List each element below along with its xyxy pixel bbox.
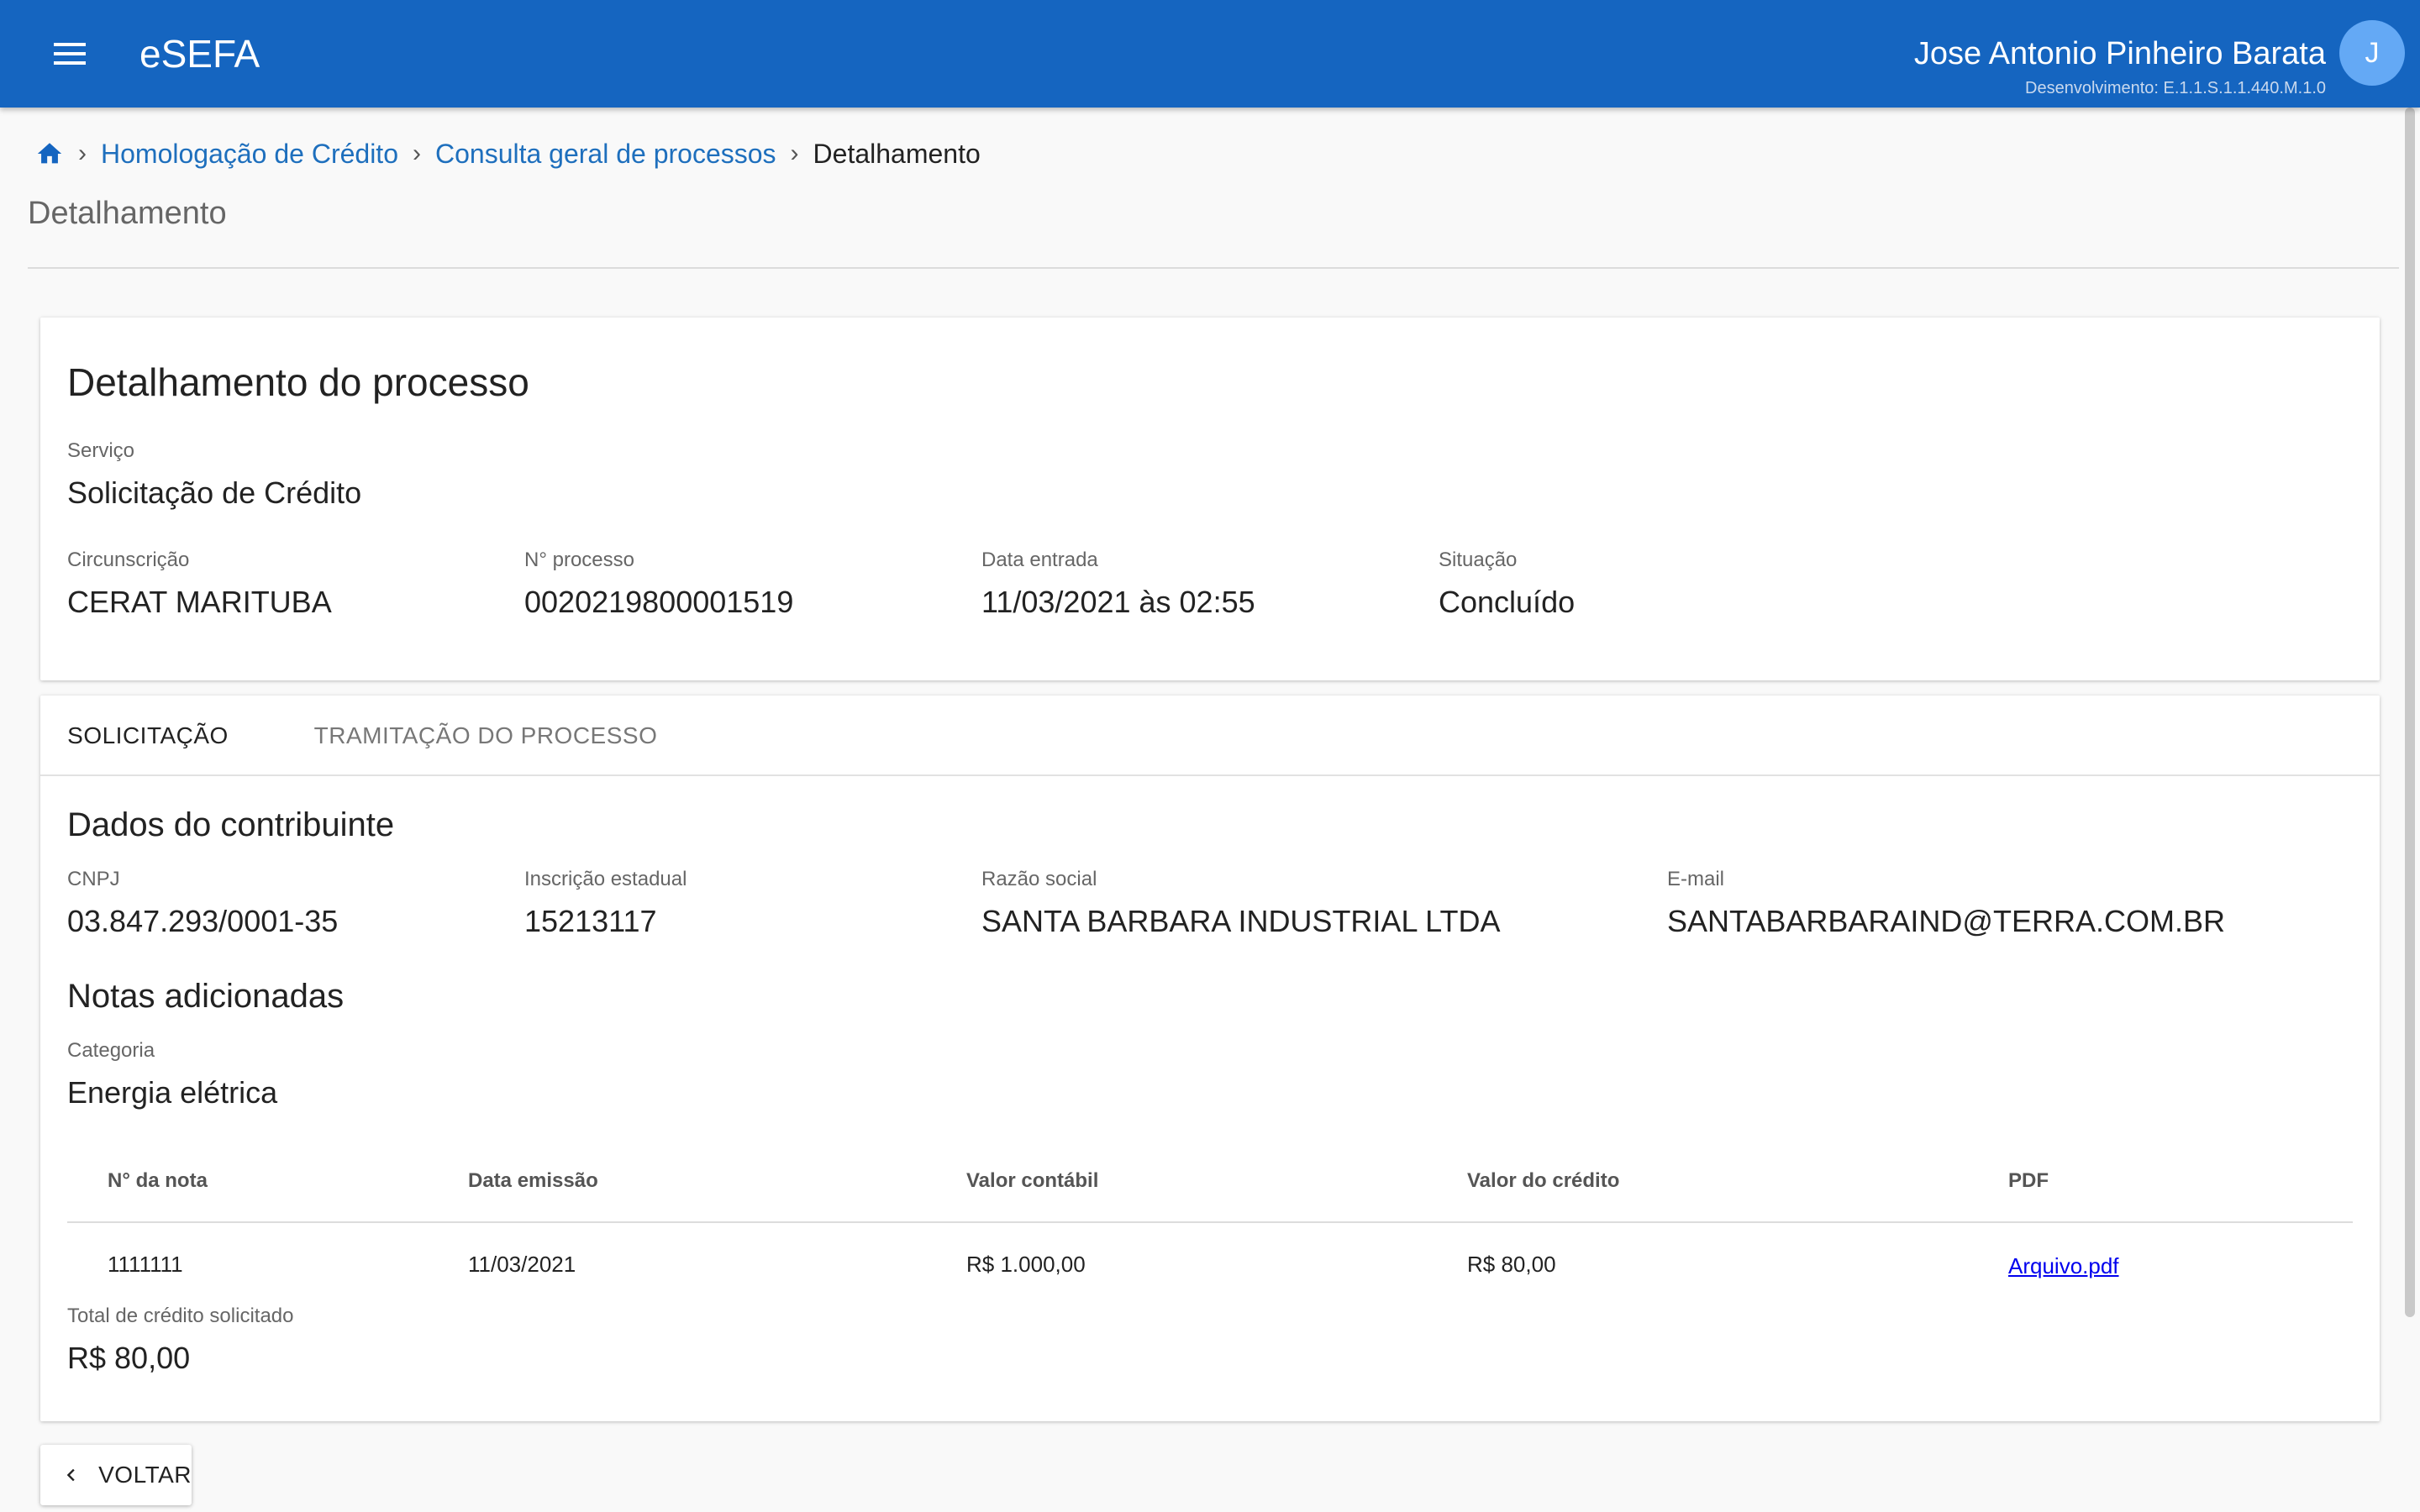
breadcrumb-item-homologacao[interactable]: Homologação de Crédito [101,139,398,170]
chevron-right-icon: › [412,139,421,167]
tab-solicitacao[interactable]: SOLICITAÇÃO [40,696,255,776]
pdf-link[interactable]: Arquivo.pdf [2008,1253,2119,1279]
inscricao-estadual-label: Inscrição estadual [524,868,687,890]
breadcrumb-item-consulta[interactable]: Consulta geral de processos [435,139,776,170]
total-credito-field: Total de crédito solicitado R$ 80,00 [67,1304,293,1376]
total-credito-label: Total de crédito solicitado [67,1305,294,1327]
back-button-label: VOLTAR [98,1462,192,1488]
razao-social-label: Razão social [981,868,1097,890]
total-credito-value: R$ 80,00 [67,1341,191,1375]
menu-icon[interactable] [47,34,94,74]
breadcrumb-current: Detalhamento [813,138,981,169]
column-header-data-emissao[interactable]: Data emissão [468,1169,598,1193]
email-label: E-mail [1667,868,1725,890]
scrollbar[interactable] [2402,108,2420,1512]
table-header-row: N° da nota Data emissão Valor contábil V… [67,1132,2353,1223]
contribuinte-title: Dados do contribuinte [67,806,395,843]
email-value: SANTABARBARAIND@TERRA.COM.BR [1667,904,2225,938]
servico-label: Serviço [67,439,135,462]
top-app-bar: eSEFA Jose Antonio Pinheiro Barata Desen… [0,0,2420,108]
column-header-pdf[interactable]: PDF [2008,1169,2049,1193]
environment-info: Desenvolvimento: E.1.1.S.1.1.440.M.1.0 [2025,79,2326,97]
categoria-label: Categoria [67,1039,155,1062]
cell-valor-contabil: R$ 1.000,00 [966,1252,1086,1277]
chevron-left-icon [66,1468,75,1482]
razao-social-value: SANTA BARBARA INDUSTRIAL LTDA [981,904,1501,938]
circunscricao-value: CERAT MARITUBA [67,585,332,619]
avatar[interactable]: J [2339,20,2405,86]
page-title: Detalhamento [28,196,227,231]
categoria-value: Energia elétrica [67,1075,278,1110]
column-header-valor-contabil[interactable]: Valor contábil [966,1169,1098,1193]
cell-data-emissao: 11/03/2021 [468,1252,576,1277]
column-header-valor-credito[interactable]: Valor do crédito [1467,1169,1619,1193]
process-details-card: Detalhamento do processo Serviço Solicit… [40,318,2380,680]
cnpj-field: CNPJ 03.847.293/0001-35 [67,867,338,939]
circunscricao-field: Circunscrição CERAT MARITUBA [67,548,332,620]
user-name[interactable]: Jose Antonio Pinheiro Barata [1914,29,2326,79]
request-card: SOLICITAÇÃO TRAMITAÇÃO DO PROCESSO Dados… [40,696,2380,1421]
razao-social-field: Razão social SANTA BARBARA INDUSTRIAL LT… [981,867,1500,939]
back-button[interactable]: VOLTAR [40,1445,192,1505]
tab-tramitacao[interactable]: TRAMITAÇÃO DO PROCESSO [284,696,687,776]
chevron-right-icon: › [790,139,799,167]
scrollbar-thumb[interactable] [2405,108,2415,1317]
servico-field: Serviço Solicitação de Crédito [67,438,361,511]
divider [28,267,2399,269]
home-icon[interactable] [35,139,64,168]
servico-value: Solicitação de Crédito [67,475,362,510]
notas-title: Notas adicionadas [67,978,345,1015]
situacao-label: Situação [1439,549,1518,571]
numero-processo-field: N° processo 0020219800001519 [524,548,793,620]
data-entrada-field: Data entrada 11/03/2021 às 02:55 [981,548,1255,620]
circunscricao-label: Circunscrição [67,549,190,571]
numero-processo-value: 0020219800001519 [524,585,794,619]
cnpj-label: CNPJ [67,868,120,890]
cnpj-value: 03.847.293/0001-35 [67,904,339,938]
numero-processo-label: N° processo [524,549,634,571]
cell-valor-credito: R$ 80,00 [1467,1252,1556,1277]
data-entrada-label: Data entrada [981,549,1098,571]
table-row: 1111111 11/03/2021 R$ 1.000,00 R$ 80,00 … [67,1223,2353,1304]
breadcrumb: › Homologação de Crédito › Consulta gera… [35,133,981,175]
email-field: E-mail SANTABARBARAIND@TERRA.COM.BR [1667,867,2225,939]
process-details-title: Detalhamento do processo [67,360,529,404]
notes-table: N° da nota Data emissão Valor contábil V… [67,1132,2353,1304]
categoria-field: Categoria Energia elétrica [67,1038,277,1110]
chevron-right-icon: › [78,139,87,167]
cell-numero: 1111111 [108,1252,183,1277]
situacao-field: Situação Concluído [1439,548,1575,620]
inscricao-estadual-value: 15213117 [524,904,657,938]
inscricao-estadual-field: Inscrição estadual 15213117 [524,867,687,939]
tab-bar: SOLICITAÇÃO TRAMITAÇÃO DO PROCESSO [40,696,2380,776]
data-entrada-value: 11/03/2021 às 02:55 [981,585,1255,619]
column-header-numero[interactable]: N° da nota [108,1169,208,1193]
situacao-value: Concluído [1439,585,1576,619]
app-title: eSEFA [139,32,260,76]
